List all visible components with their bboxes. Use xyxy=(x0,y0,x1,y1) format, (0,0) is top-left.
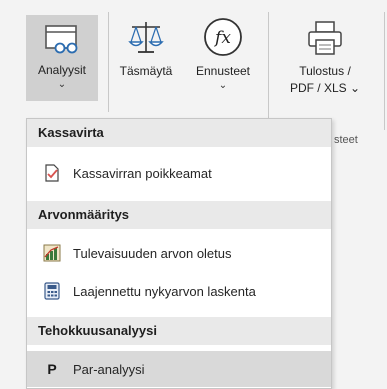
menu-item-label: Par-analyysi xyxy=(73,361,145,377)
analyysit-label: Analyysit xyxy=(37,63,87,77)
chevron-down-icon: ⌄ xyxy=(218,80,228,91)
ribbon-divider xyxy=(108,12,109,112)
analyysit-button[interactable]: Analyysit ⌄ xyxy=(26,15,98,101)
balance-scale-icon xyxy=(126,8,166,58)
tulostus-label-line1: Tulostus / xyxy=(299,64,351,78)
glasses-window-icon xyxy=(43,15,81,57)
menu-item-tulevaisuuden-arvon-oletus[interactable]: Tulevaisuuden arvon oletus xyxy=(27,235,331,271)
ribbon-divider xyxy=(268,12,269,130)
function-icon: fx xyxy=(202,8,244,58)
menu-item-kassavirran-poikkeamat[interactable]: Kassavirran poikkeamat xyxy=(27,155,331,191)
section-header-tehokkuusanalyysi: Tehokkuusanalyysi xyxy=(27,317,331,345)
menu-item-label: Laajennettu nykyarvon laskenta xyxy=(73,283,256,299)
menu-item-par-analyysi[interactable]: P Par-analyysi xyxy=(27,351,331,387)
calculator-icon xyxy=(43,282,61,300)
ribbon-divider xyxy=(384,12,385,130)
menu-item-label: Kassavirran poikkeamat xyxy=(73,165,212,181)
ennusteet-button[interactable]: fx Ennusteet ⌄ xyxy=(185,8,261,104)
tulostus-label-line2: PDF / XLS xyxy=(289,81,347,95)
analyysit-dropdown-menu: Kassavirta Kassavirran poikkeamat Arvonm… xyxy=(26,118,332,389)
printer-icon xyxy=(305,8,345,58)
tulostus-button[interactable]: Tulostus / PDF / XLS ⌄ xyxy=(275,8,375,104)
p-icon-text: P xyxy=(47,361,57,377)
section-header-kassavirta: Kassavirta xyxy=(27,119,331,147)
ribbon-group-label: steet xyxy=(334,134,358,146)
chevron-down-icon: ⌄ xyxy=(349,81,361,95)
document-check-icon xyxy=(43,164,61,182)
chart-icon xyxy=(43,244,61,262)
chevron-down-icon: ⌄ xyxy=(57,79,67,90)
tasmayta-label: Täsmäytä xyxy=(119,64,173,78)
tasmayta-button[interactable]: Täsmäytä xyxy=(114,8,178,104)
ennusteet-label: Ennusteet xyxy=(195,64,251,78)
menu-item-laajennettu-nykyarvon-laskenta[interactable]: Laajennettu nykyarvon laskenta xyxy=(27,273,331,309)
svg-text:fx: fx xyxy=(213,28,231,48)
tulostus-label-line2-wrap: PDF / XLS ⌄ xyxy=(290,81,360,96)
section-header-arvonmaaritys: Arvonmääritys xyxy=(27,201,331,229)
p-icon: P xyxy=(43,360,61,378)
menu-item-label: Tulevaisuuden arvon oletus xyxy=(73,245,232,261)
